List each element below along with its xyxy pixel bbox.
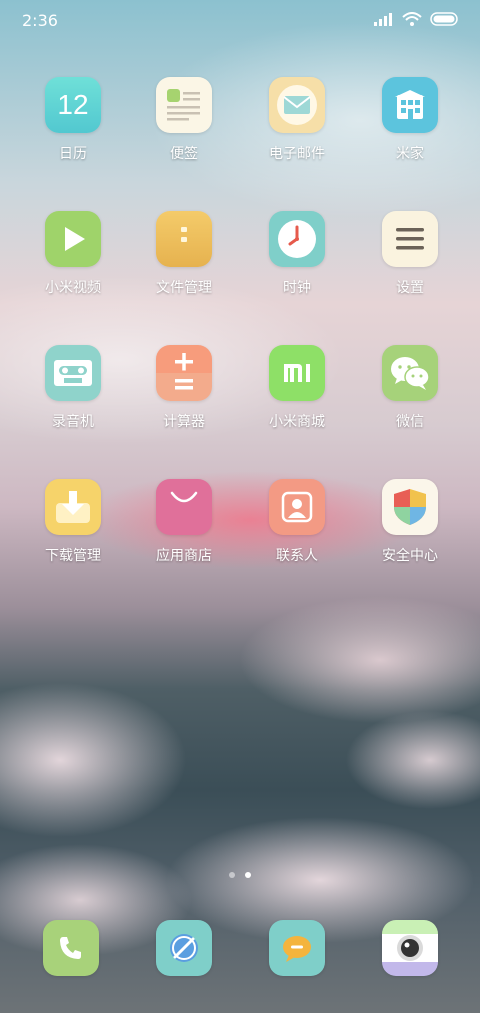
app-label: 小米视频	[45, 280, 101, 296]
download-icon	[45, 479, 101, 535]
message-icon[interactable]	[269, 920, 325, 976]
app-label: 便签	[170, 146, 198, 162]
status-time: 2:36	[22, 11, 58, 30]
page-dot-active[interactable]	[245, 872, 251, 878]
shopping-bag-icon	[156, 479, 212, 535]
wechat-icon	[382, 345, 438, 401]
app-label: 文件管理	[156, 280, 212, 296]
app-label: 日历	[59, 146, 87, 162]
app-label: 设置	[396, 280, 424, 296]
app-wechat[interactable]: 微信	[360, 345, 460, 431]
notes-icon	[156, 77, 212, 133]
app-appstore[interactable]: 应用商店	[134, 479, 234, 565]
play-icon	[45, 211, 101, 267]
app-calendar[interactable]: 12 日历	[23, 77, 123, 163]
calculator-icon	[156, 345, 212, 401]
wifi-icon	[402, 12, 422, 26]
app-label: 录音机	[52, 414, 94, 430]
app-label: 米家	[396, 146, 424, 162]
email-icon	[269, 77, 325, 133]
app-settings[interactable]: 设置	[360, 211, 460, 297]
app-mistore[interactable]: 小米商城	[247, 345, 347, 431]
page-dot[interactable]	[229, 872, 235, 878]
shield-icon	[382, 479, 438, 535]
app-label: 电子邮件	[269, 146, 325, 162]
clock-icon	[269, 211, 325, 267]
app-clock[interactable]: 时钟	[247, 211, 347, 297]
app-filemanager[interactable]: 文件管理	[134, 211, 234, 297]
app-calculator[interactable]: 计算器	[134, 345, 234, 431]
app-label: 应用商店	[156, 548, 212, 564]
app-label: 小米商城	[269, 414, 325, 430]
folder-icon	[156, 211, 212, 267]
status-bar: 2:36	[0, 0, 480, 40]
home-icon	[382, 77, 438, 133]
app-mihome[interactable]: 米家	[360, 77, 460, 163]
app-downloads[interactable]: 下载管理	[23, 479, 123, 565]
app-label: 联系人	[276, 548, 318, 564]
app-label: 时钟	[283, 280, 311, 296]
camera-icon[interactable]	[382, 920, 438, 976]
browser-icon[interactable]	[156, 920, 212, 976]
app-security[interactable]: 安全中心	[360, 479, 460, 565]
cassette-icon	[45, 345, 101, 401]
phone-icon[interactable]	[43, 920, 99, 976]
app-label: 下载管理	[45, 548, 101, 564]
battery-icon	[430, 12, 458, 26]
page-indicator	[0, 872, 480, 878]
calendar-icon: 12	[45, 77, 101, 133]
dock	[0, 920, 480, 976]
settings-icon	[382, 211, 438, 267]
contact-icon	[269, 479, 325, 535]
app-email[interactable]: 电子邮件	[247, 77, 347, 163]
signal-icon	[374, 13, 392, 26]
app-contacts[interactable]: 联系人	[247, 479, 347, 565]
mi-logo-icon	[269, 345, 325, 401]
app-label: 微信	[396, 414, 424, 430]
status-icons	[374, 12, 460, 26]
app-notes[interactable]: 便签	[134, 77, 234, 163]
app-recorder[interactable]: 录音机	[23, 345, 123, 431]
calendar-day: 12	[57, 89, 89, 120]
app-mivideo[interactable]: 小米视频	[23, 211, 123, 297]
app-label: 安全中心	[382, 548, 438, 564]
app-label: 计算器	[163, 414, 205, 430]
